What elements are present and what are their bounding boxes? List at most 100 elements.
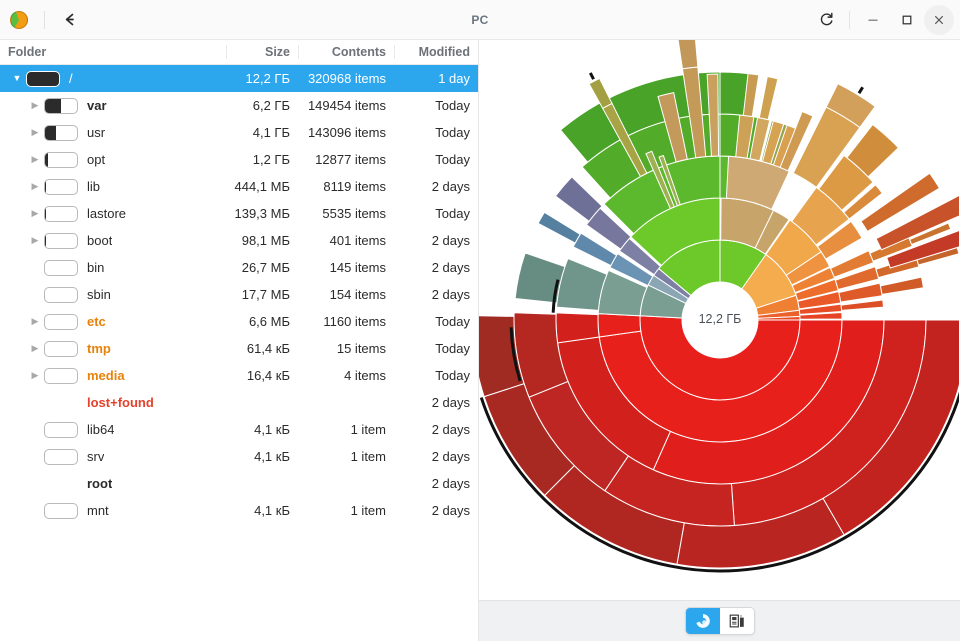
sunburst-spoke[interactable] (677, 40, 699, 70)
table-row[interactable]: ▶ tmp 61,4 кБ 15 items Today (0, 335, 478, 362)
column-header-folder[interactable]: Folder (0, 45, 226, 59)
row-name-cell: lib64 (0, 421, 226, 438)
table-row[interactable]: ▶ boot 98,1 МБ 401 items 2 days (0, 227, 478, 254)
table-row[interactable]: sbin 17,7 МБ 154 items 2 days (0, 281, 478, 308)
table-row[interactable]: ▶ var 6,2 ГБ 149454 items Today (0, 92, 478, 119)
table-row[interactable]: ▶ lastore 139,3 МБ 5535 items Today (0, 200, 478, 227)
sunburst-chart-icon[interactable] (685, 608, 720, 634)
depth-marker-tick (588, 72, 595, 80)
toolbar-divider (44, 10, 45, 29)
window-controls-divider (849, 10, 850, 29)
sunburst-spoke[interactable] (588, 77, 613, 110)
size-gauge (44, 259, 78, 276)
table-row[interactable]: lib64 4,1 кБ 1 item 2 days (0, 416, 478, 443)
row-name-cell: ▶ etc (0, 313, 226, 330)
row-contents: 1160 items (323, 314, 386, 329)
chevron-right-icon[interactable]: ▶ (26, 317, 44, 326)
row-modified: 2 days (431, 233, 470, 248)
row-label: lib64 (87, 422, 115, 437)
table-row[interactable]: ▶ usr 4,1 ГБ 143096 items Today (0, 119, 478, 146)
chevron-right-icon[interactable]: ▶ (26, 128, 44, 137)
sunburst-segment[interactable] (537, 211, 581, 244)
column-headers: Folder Size Contents Modified (0, 40, 478, 65)
row-label: lastore (87, 206, 127, 221)
close-button[interactable] (924, 4, 954, 35)
sunburst-segment[interactable] (840, 299, 885, 311)
chevron-right-icon[interactable]: ▶ (26, 236, 44, 245)
row-size: 6,6 МБ (248, 314, 290, 329)
sunburst-segment[interactable] (758, 75, 779, 121)
table-row[interactable]: ▼/12,2 ГБ 320968 items 1 day (0, 65, 478, 92)
table-row[interactable]: srv 4,1 кБ 1 item 2 days (0, 443, 478, 470)
chevron-right-icon[interactable]: ▶ (26, 371, 44, 380)
row-size: 98,1 МБ (241, 233, 290, 248)
folder-list-panel: Folder Size Contents Modified ▼/12,2 ГБ 3… (0, 40, 479, 641)
row-name-cell: ▶ opt (0, 151, 226, 168)
column-header-contents[interactable]: Contents (298, 45, 394, 59)
row-contents: 4 items (344, 368, 386, 383)
table-row[interactable]: mnt 4,1 кБ 1 item 2 days (0, 497, 478, 524)
chevron-down-icon[interactable]: ▼ (8, 74, 26, 83)
row-name-cell: ▶ media (0, 367, 226, 384)
chevron-right-icon[interactable]: ▶ (26, 344, 44, 353)
treemap-chart-icon[interactable] (719, 608, 754, 634)
row-modified: 2 days (431, 260, 470, 275)
chevron-right-icon[interactable]: ▶ (26, 182, 44, 191)
depth-marker-tick (857, 86, 864, 94)
row-label: mnt (87, 503, 109, 518)
table-row[interactable]: ▶ opt 1,2 ГБ 12877 items Today (0, 146, 478, 173)
row-modified: 2 days (431, 503, 470, 518)
table-row[interactable]: ▶ etc 6,6 МБ 1160 items Today (0, 308, 478, 335)
size-gauge (44, 340, 78, 357)
chevron-right-icon[interactable]: ▶ (26, 155, 44, 164)
column-header-size[interactable]: Size (226, 45, 298, 59)
deepin-disk-usage-window: PC Folder Size Contents Modified ▼ / 12,… (0, 0, 960, 641)
row-name-cell: bin (0, 259, 226, 276)
row-size: 16,4 кБ (246, 368, 290, 383)
table-row[interactable]: bin 26,7 МБ 145 items 2 days (0, 254, 478, 281)
column-header-modified[interactable]: Modified (394, 45, 478, 59)
row-modified: 2 days (431, 449, 470, 464)
row-size: 1,2 ГБ (252, 152, 290, 167)
sunburst-segment[interactable] (514, 252, 566, 304)
row-name-cell: ▼ / (0, 70, 226, 87)
row-label: bin (87, 260, 105, 275)
row-name-cell: ▶ lib (0, 178, 226, 195)
refresh-button[interactable] (809, 5, 843, 35)
chevron-right-icon[interactable]: ▶ (26, 101, 44, 110)
table-row[interactable]: lost+found 2 days (0, 389, 478, 416)
row-modified: 1 day (438, 71, 470, 86)
row-name-cell: srv (0, 448, 226, 465)
table-row[interactable]: ▶ lib 444,1 МБ 8119 items 2 days (0, 173, 478, 200)
chevron-right-icon[interactable]: ▶ (26, 209, 44, 218)
row-label: tmp (87, 341, 111, 356)
table-row[interactable]: root 2 days (0, 470, 478, 497)
row-modified: Today (435, 98, 470, 113)
row-size: 26,7 МБ (241, 260, 290, 275)
size-gauge (44, 124, 78, 141)
row-name-cell: ▶ lastore (0, 205, 226, 222)
row-modified: 2 days (431, 476, 470, 491)
table-row[interactable]: ▶ media 16,4 кБ 4 items Today (0, 362, 478, 389)
row-name-cell: ▶ tmp (0, 340, 226, 357)
row-modified: Today (435, 152, 470, 167)
chart-panel: 12,2 ГБ (479, 40, 960, 641)
row-size: 4,1 кБ (254, 422, 290, 437)
row-label: etc (87, 314, 106, 329)
row-label: sbin (87, 287, 111, 302)
maximize-button[interactable] (890, 5, 924, 35)
size-gauge (44, 421, 78, 438)
row-name-cell: mnt (0, 502, 226, 519)
minimize-button[interactable] (856, 5, 890, 35)
sunburst-segment[interactable] (879, 276, 925, 295)
row-contents: 12877 items (315, 152, 386, 167)
row-name-cell: ▶ boot (0, 232, 226, 249)
row-modified: 2 days (431, 395, 470, 410)
row-modified: Today (435, 125, 470, 140)
sunburst-segment[interactable] (555, 312, 600, 344)
back-button[interactable] (55, 7, 85, 33)
size-gauge (44, 448, 78, 465)
row-label: usr (87, 125, 106, 140)
row-size: 61,4 кБ (246, 341, 290, 356)
sunburst-chart[interactable]: 12,2 ГБ (479, 40, 960, 600)
